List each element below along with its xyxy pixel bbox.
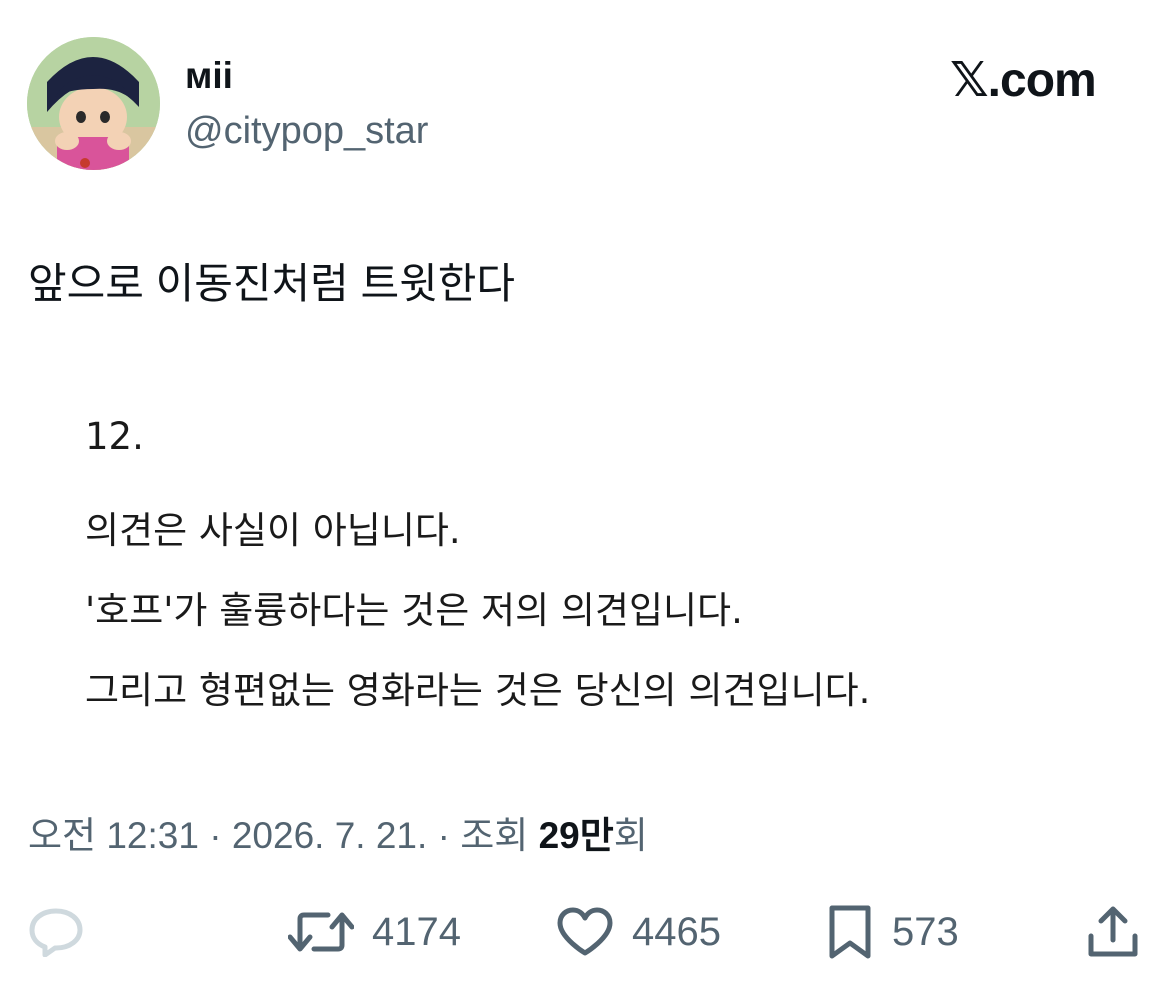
author-display-name[interactable]: ᴍii xyxy=(185,55,233,97)
image-text-line-2: 의견은 사실이 아닙니다. xyxy=(85,509,461,552)
like-button[interactable]: 4465 xyxy=(556,900,721,964)
share-button[interactable] xyxy=(1086,900,1140,964)
image-text-line-4: 그리고 형편없는 영화라는 것은 당신의 의견입니다. xyxy=(85,669,871,712)
tweet-text: 앞으로 이동진처럼 트윗한다 xyxy=(28,260,516,307)
tweet-meta: 오전 12:31 · 2026. 7. 21. · 조회 29만회 xyxy=(28,805,648,859)
image-text-line-1: 12. xyxy=(85,415,144,458)
views-suffix: 회 xyxy=(613,815,648,856)
avatar[interactable] xyxy=(27,37,160,170)
brand-logo: 𝕏.com xyxy=(950,52,1097,108)
retweet-count: 4174 xyxy=(372,909,461,954)
bookmark-button[interactable]: 573 xyxy=(826,900,959,964)
bookmark-icon xyxy=(829,905,871,959)
like-count: 4465 xyxy=(632,909,721,954)
tweet-image[interactable]: 12. 의견은 사실이 아닙니다. '호프'가 훌륭하다는 것은 저의 의견입니… xyxy=(85,405,1085,725)
bookmark-count: 573 xyxy=(892,909,959,954)
image-text-line-3: '호프'가 훌륭하다는 것은 저의 의견입니다. xyxy=(85,589,743,632)
views-label: 조회 xyxy=(460,815,529,856)
views-value[interactable]: 29만회 xyxy=(539,815,648,856)
meta-separator: · xyxy=(209,815,222,856)
x-logo-icon: 𝕏 xyxy=(950,52,989,108)
retweet-button[interactable]: 4174 xyxy=(288,900,461,964)
meta-separator: · xyxy=(437,815,450,856)
views-count: 29만 xyxy=(538,815,614,856)
author-handle[interactable]: @citypop_star xyxy=(185,110,428,153)
heart-icon xyxy=(557,907,613,956)
avatar-illustration xyxy=(27,37,160,170)
reply-button[interactable] xyxy=(28,900,84,964)
brand-domain: .com xyxy=(987,54,1097,107)
reply-icon xyxy=(29,908,83,957)
tweet-date[interactable]: 2026. 7. 21. xyxy=(232,815,427,856)
tweet-time[interactable]: 오전 12:31 xyxy=(28,815,199,856)
retweet-icon xyxy=(288,912,354,952)
share-icon xyxy=(1088,906,1138,957)
